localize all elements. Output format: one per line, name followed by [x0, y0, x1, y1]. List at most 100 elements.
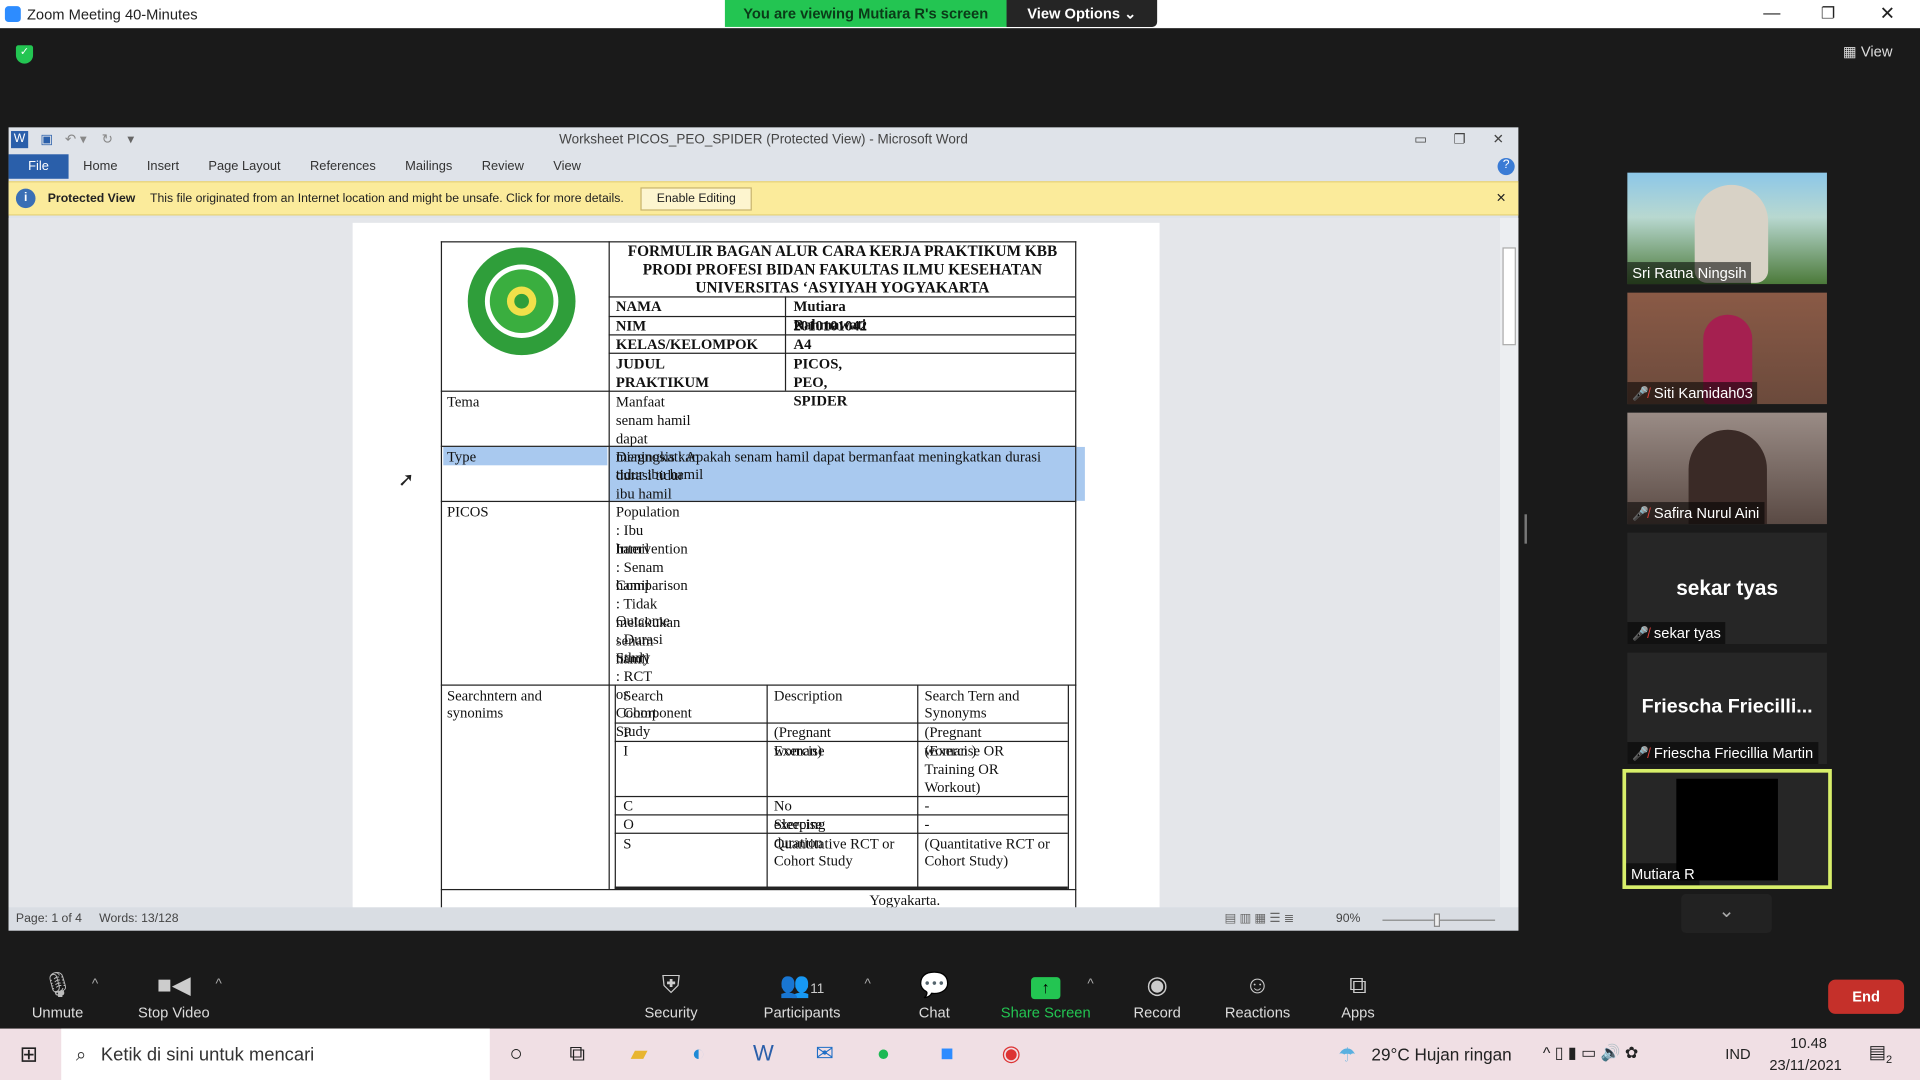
clock-time[interactable]: 10.48 — [1790, 1035, 1827, 1052]
clock-date[interactable]: 23/11/2021 — [1769, 1057, 1841, 1074]
undo-icon[interactable]: ↶ ▾ — [65, 127, 87, 151]
taskbar-search-box[interactable]: ⌕ Ketik di sini untuk mencari — [61, 1028, 490, 1080]
element: Safira Nurul Aini — [1653, 504, 1760, 522]
tab-review[interactable]: Review — [467, 154, 539, 178]
view-button[interactable]: ▦ View — [1843, 38, 1910, 65]
audio-options-caret[interactable]: ^ — [92, 977, 98, 992]
word-title-bar: W ▣ ↶ ▾ ↻ ▾ Worksheet PICOS_PEO_SPIDER (… — [9, 127, 1519, 151]
encryption-shield-icon[interactable]: ✓ — [15, 45, 34, 64]
value-type: Diagnosis : Apakah senam hamil dapat ber… — [615, 448, 1042, 483]
value-judul: PICOS, PEO, SPIDER — [793, 355, 848, 409]
security-button[interactable]: ⛨ Security — [622, 967, 720, 1021]
save-icon[interactable]: ▣ — [40, 127, 53, 151]
word-restore-button[interactable]: ❐ — [1453, 127, 1465, 151]
label-judul: JUDUL PRAKTIKUM — [615, 355, 709, 391]
search-cell: (Exercise OR Training OR Workout) — [924, 742, 1005, 796]
participant-tile[interactable]: 🎤̸ Siti Kamidah03 — [1627, 292, 1827, 405]
chat-button[interactable]: 💬 Chat — [885, 967, 983, 1021]
apps-button[interactable]: ⧉ Apps — [1309, 967, 1407, 1021]
minimize-button[interactable]: — — [1763, 2, 1780, 22]
scroll-thumb[interactable] — [1502, 247, 1516, 346]
participant-tile[interactable]: sekar tyas 🎤̸ sekar tyas — [1627, 532, 1827, 645]
search-cell: S — [623, 835, 632, 853]
tray-icons[interactable]: ^ ▯ ▮ ▭ 🔊 ✿ — [1543, 1043, 1638, 1063]
element: Siti Kamidah03 — [1653, 384, 1753, 402]
view-options-label: View Options — [1027, 4, 1121, 23]
spotify-icon[interactable]: ● — [877, 1041, 890, 1067]
mail-icon[interactable]: ✉ — [816, 1041, 834, 1067]
notification-icon[interactable]: ▤2 — [1869, 1041, 1893, 1065]
value-kelas: A4 — [793, 335, 812, 353]
weather-text[interactable]: 29°C Hujan ringan — [1371, 1044, 1511, 1064]
zoom-slider[interactable] — [1370, 912, 1507, 927]
unmute-button[interactable]: 🎙 Unmute — [9, 967, 107, 1021]
view-mode-icons[interactable]: ▤ ▥ ▦ ☰ ≣ — [1224, 912, 1294, 925]
tab-references[interactable]: References — [295, 154, 390, 178]
tab-home[interactable]: Home — [68, 154, 132, 178]
share-options-caret[interactable]: ^ — [1087, 977, 1093, 992]
element: Friescha Friecillia Martin — [1653, 744, 1814, 762]
document-page[interactable]: FORMULIR BAGAN ALUR CARA KERJA PRAKTIKUM… — [352, 222, 1160, 908]
tab-view[interactable]: View — [539, 154, 596, 178]
document-title: Worksheet PICOS_PEO_SPIDER (Protected Vi… — [559, 132, 968, 147]
tab-insert[interactable]: Insert — [132, 154, 194, 178]
enable-editing-button[interactable]: Enable Editing — [640, 186, 752, 211]
scroll-participants-button[interactable]: ⌄ — [1681, 893, 1772, 934]
word-minimize-button[interactable]: ▭ — [1414, 127, 1427, 151]
page-count[interactable]: Page: 1 of 4 — [16, 912, 82, 925]
stop-video-button[interactable]: ■◀ Stop Video — [125, 967, 223, 1021]
search-header: Description — [773, 686, 843, 705]
restore-button[interactable]: ❐ — [1821, 4, 1835, 24]
participants-options-caret[interactable]: ^ — [864, 977, 870, 992]
tab-file[interactable]: File — [8, 154, 69, 179]
zoom-taskbar-icon[interactable]: ■ — [940, 1041, 953, 1067]
window-title: Zoom Meeting 40-Minutes — [26, 6, 198, 24]
close-bar-icon[interactable]: ✕ — [1496, 192, 1506, 205]
reactions-button[interactable]: ☺ Reactions — [1209, 967, 1307, 1021]
table-border — [917, 684, 919, 889]
protected-view-message[interactable]: This file originated from an Internet lo… — [150, 192, 624, 205]
document-area[interactable]: FORMULIR BAGAN ALUR CARA KERJA PRAKTIKUM… — [8, 217, 1501, 908]
task-view-icon[interactable]: ⧉ — [569, 1041, 585, 1067]
table-border — [440, 684, 1077, 686]
view-options-button[interactable]: View Options ⌄ — [1006, 0, 1158, 27]
video-options-caret[interactable]: ^ — [216, 977, 222, 992]
tab-mailings[interactable]: Mailings — [390, 154, 467, 178]
vertical-scrollbar[interactable] — [1500, 217, 1519, 908]
title-line: PRODI PROFESI BIDAN FAKULTAS ILMU KESEHA… — [642, 260, 1043, 278]
cortana-icon[interactable]: ○ — [509, 1041, 522, 1067]
windows-start-icon[interactable]: ⊞ — [20, 1042, 38, 1068]
end-meeting-button[interactable]: End — [1828, 979, 1905, 1014]
participant-tile-active-speaker[interactable]: Mutiara R — [1622, 768, 1832, 889]
word-close-button[interactable]: ✕ — [1493, 127, 1504, 151]
word-count[interactable]: Words: 13/128 — [99, 912, 178, 925]
search-cell: - — [924, 797, 930, 815]
mouse-cursor-icon: ➚ — [397, 470, 415, 492]
file-explorer-icon[interactable]: ▰ — [631, 1041, 648, 1067]
panel-resize-handle[interactable] — [1524, 514, 1527, 544]
participants-button[interactable]: 👥11 Participants — [753, 967, 851, 1021]
zoom-level[interactable]: 90% — [1336, 912, 1361, 925]
label-nim: NIM — [615, 317, 647, 335]
chat-label: Chat — [918, 1004, 950, 1022]
close-button[interactable]: ✕ — [1880, 2, 1895, 25]
language-indicator[interactable]: IND — [1725, 1046, 1750, 1063]
participant-tile[interactable]: 🎤̸ Safira Nurul Aini — [1627, 412, 1827, 525]
chrome-icon[interactable]: ◉ — [1002, 1041, 1021, 1067]
word-taskbar-icon[interactable]: W — [753, 1041, 774, 1067]
record-button[interactable]: ◉ Record — [1108, 967, 1206, 1021]
muted-mic-icon: 🎤̸ — [1632, 626, 1650, 642]
participant-tile[interactable]: Sri Ratna Ningsih — [1627, 172, 1827, 285]
edge-icon[interactable]: ◐ — [692, 1041, 705, 1067]
participant-tile[interactable]: Friescha Friecilli... 🎤̸ Friescha Friecil… — [1627, 652, 1827, 765]
share-screen-button[interactable]: ↑ Share Screen — [997, 967, 1095, 1021]
search-cell: - — [924, 815, 930, 833]
share-screen-icon: ↑ — [997, 967, 1095, 1004]
customize-toolbar-icon[interactable]: ▾ — [127, 127, 134, 151]
help-icon[interactable]: ? — [1497, 157, 1515, 176]
muted-mic-icon: 🎤̸ — [1632, 506, 1650, 522]
redo-icon[interactable]: ↻ — [102, 127, 113, 151]
search-cell: P — [623, 723, 632, 741]
search-placeholder: Ketik di sini untuk mencari — [100, 1043, 315, 1065]
tab-page-layout[interactable]: Page Layout — [194, 154, 296, 178]
